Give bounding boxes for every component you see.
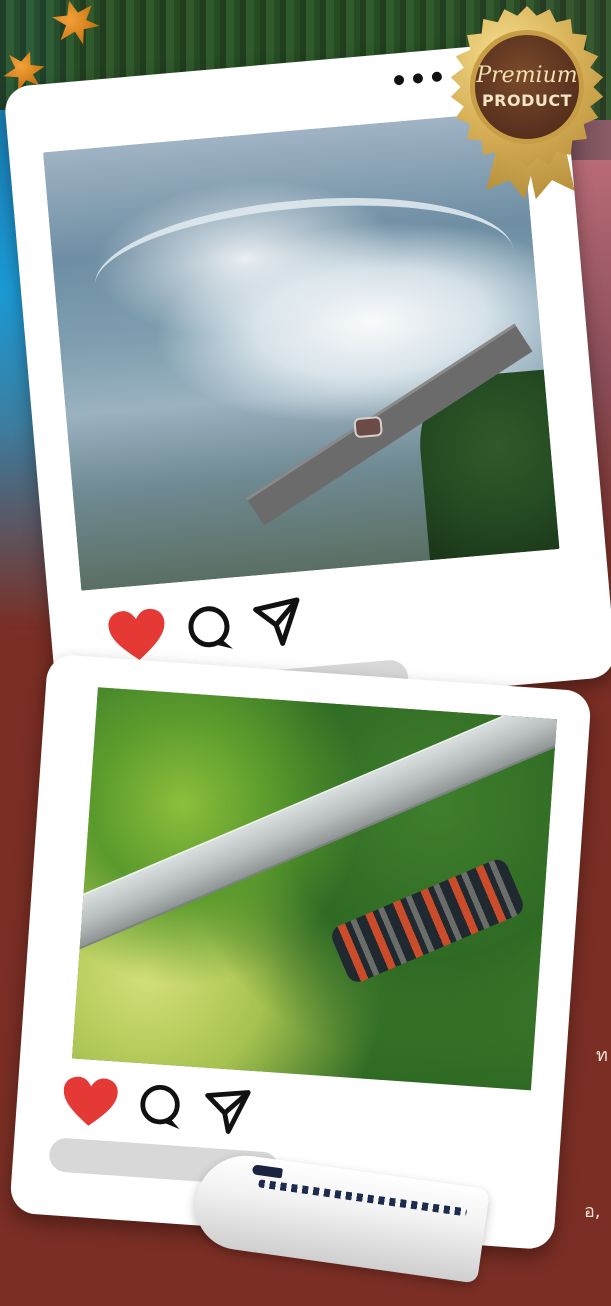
heart-icon[interactable] <box>59 1074 120 1130</box>
people-on-bridge <box>328 856 527 986</box>
badge-script-text: Premium <box>476 62 578 88</box>
more-dots-icon[interactable] <box>393 71 443 86</box>
comment-icon[interactable] <box>135 1081 186 1132</box>
waterfall-edge <box>88 182 516 317</box>
dot <box>431 71 443 83</box>
post-actions <box>105 594 305 665</box>
heart-icon[interactable] <box>105 605 169 664</box>
comment-icon[interactable] <box>183 602 237 656</box>
background-text-fragment: อ, <box>584 1201 601 1222</box>
niagara-falls-photo[interactable] <box>42 110 560 591</box>
badge-inner: Premium PRODUCT <box>470 30 584 144</box>
background-text-fragment: ท <box>596 1045 608 1066</box>
send-icon[interactable] <box>251 596 305 650</box>
premium-badge: Premium PRODUCT <box>446 6 608 168</box>
suspension-bridge-photo[interactable] <box>72 687 557 1091</box>
airplane-body <box>189 1149 491 1284</box>
boat <box>353 415 383 439</box>
dot <box>393 74 405 86</box>
dot <box>412 73 424 84</box>
badge-label: PRODUCT <box>481 90 573 110</box>
